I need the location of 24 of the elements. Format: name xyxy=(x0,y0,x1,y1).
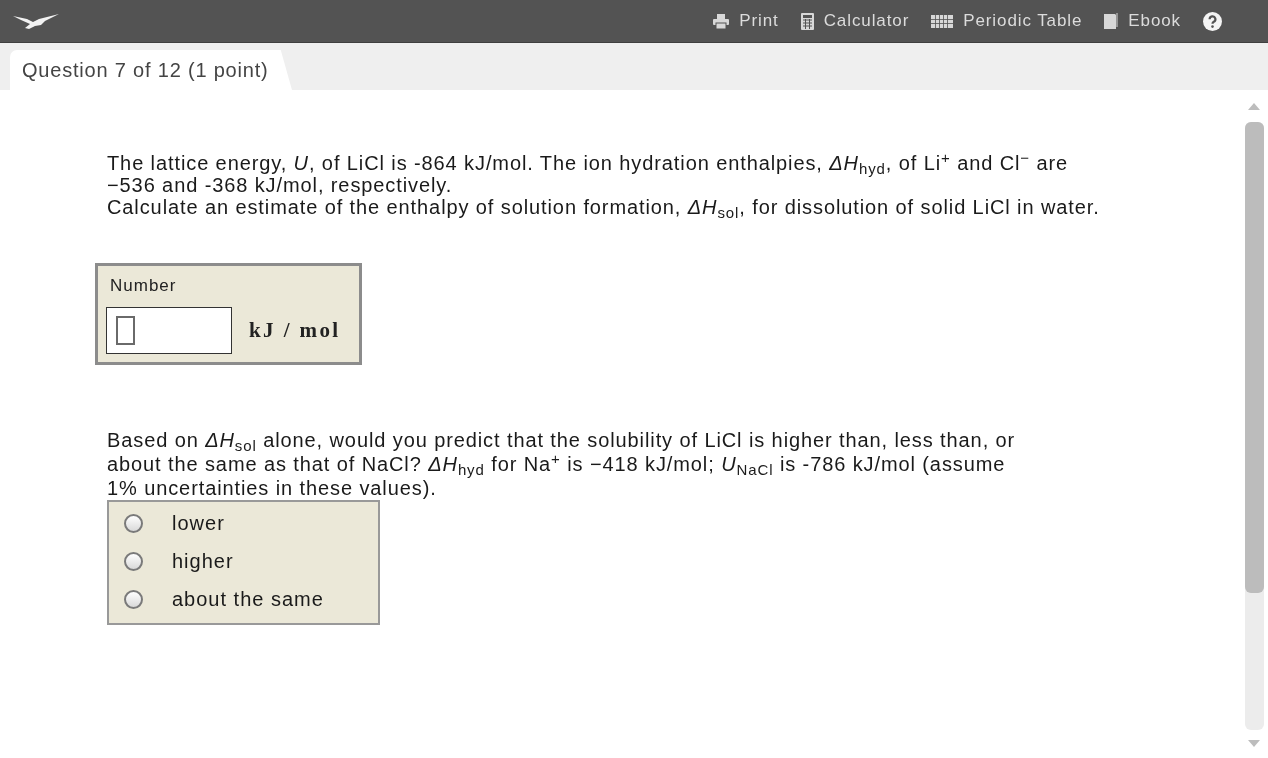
choice-option[interactable]: lower xyxy=(109,504,378,542)
help-icon[interactable] xyxy=(1203,11,1222,31)
empty-slot-icon xyxy=(116,316,135,345)
choice-option[interactable]: about the same xyxy=(109,580,378,618)
question-text: The lattice energy, U, of LiCl is -864 kJ/mol. The ion hydration enthalpies, ΔH$_{hyd}$, of Li$^{+}$ and Cl$^{−}$ are −536 and -368 kJ/mol, respectively. Calculate an estimate of the enthalpy of solution formation, ΔH$_{sol}$, for dissolution of solid LiCl in water. xyxy=(107,152,1101,218)
toolbar-button[interactable]: Print xyxy=(713,8,779,34)
bird-logo xyxy=(13,13,59,29)
answer-label: Number xyxy=(110,276,178,296)
answer-field[interactable] xyxy=(106,307,232,354)
calculator-icon xyxy=(800,12,814,30)
toolbar-button[interactable]: Calculator xyxy=(800,8,910,34)
choice-option[interactable]: higher xyxy=(109,542,378,580)
radio-button[interactable] xyxy=(124,589,143,609)
book-icon xyxy=(1104,13,1119,29)
toolbar-button[interactable]: Ebook xyxy=(1104,8,1181,34)
followup-question-text: Based on ΔH$_{sol}$ alone, would you predict that the solubility of LiCl is higher than, less than, or about the same as that of NaCl? ΔH$_{hyd}$ for Na$^{+}$ is −418 kJ/mol; U$_{NaCl}$ is -786 kJ/mol (assume 1% uncertainties in these values). xyxy=(107,428,1017,500)
radio-button[interactable] xyxy=(124,551,143,571)
toolbar-button[interactable]: Periodic Table xyxy=(931,8,1083,34)
scrollbar-thumb[interactable] xyxy=(1244,122,1264,593)
radio-button[interactable] xyxy=(124,513,143,533)
question-tab[interactable]: Question 7 of 12 (1 point) xyxy=(10,50,292,90)
printer-icon xyxy=(713,13,730,29)
grid-table-icon xyxy=(931,14,954,28)
unit-label: kJ / mol xyxy=(249,316,341,344)
